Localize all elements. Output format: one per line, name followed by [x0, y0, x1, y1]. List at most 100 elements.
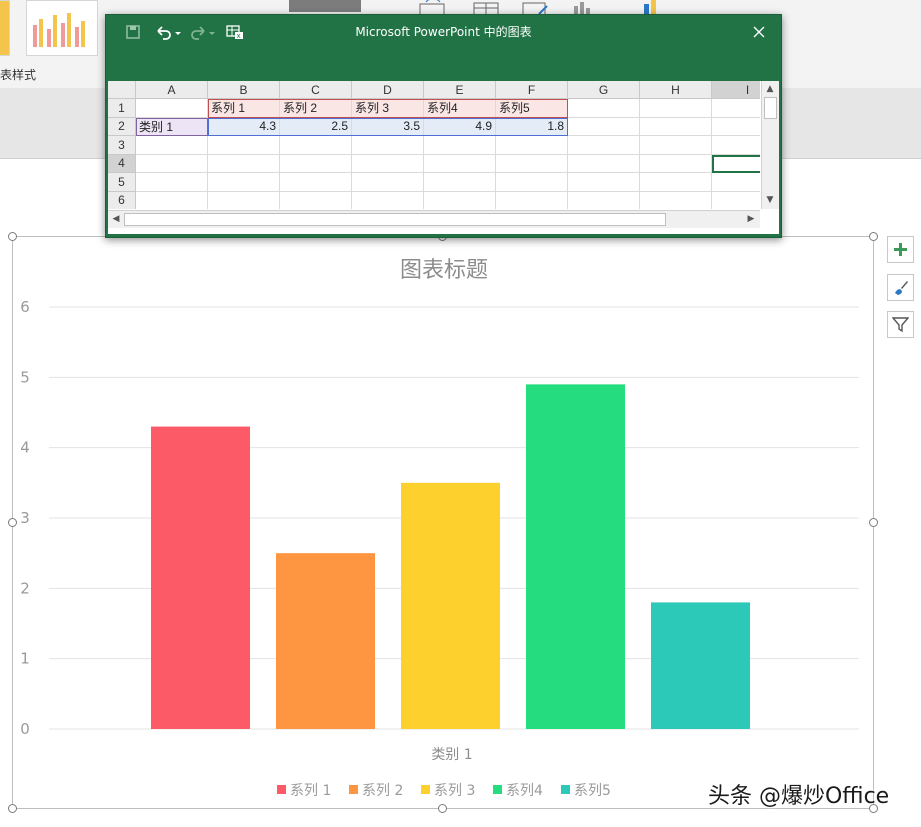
legend-entry[interactable]: 系列 3 — [434, 783, 475, 799]
cell-f1[interactable]: 系列5 — [496, 99, 568, 118]
bar-series-5[interactable] — [651, 602, 750, 729]
chart-style-thumbnail[interactable] — [26, 0, 98, 56]
cell-d6[interactable] — [352, 191, 424, 209]
chart-style-thumbnail[interactable] — [289, 0, 361, 12]
cell-e5[interactable] — [424, 173, 496, 192]
cell-d1[interactable]: 系列 3 — [352, 99, 424, 118]
resize-handle[interactable] — [8, 518, 17, 527]
chart-frame[interactable]: 0 1 2 3 4 5 6 图表标题 类别 1 系列 1 系列 2 系列 3 系列4 系列5 — [12, 236, 874, 809]
cell-c1[interactable]: 系列 2 — [280, 99, 352, 118]
scroll-right-icon[interactable]: ▶ — [744, 212, 758, 226]
cell-e4[interactable] — [424, 154, 496, 173]
cell-a3[interactable] — [136, 136, 208, 155]
scroll-down-icon[interactable]: ▼ — [763, 193, 777, 207]
bar-series-2[interactable] — [276, 553, 375, 729]
cell-e2[interactable]: 4.9 — [424, 117, 496, 136]
cell-g2[interactable] — [568, 117, 640, 136]
cell-h4[interactable] — [640, 154, 712, 173]
cell-c5[interactable] — [280, 173, 352, 192]
cell-b1[interactable]: 系列 1 — [208, 99, 280, 118]
cell-h6[interactable] — [640, 191, 712, 209]
cell-d4[interactable] — [352, 154, 424, 173]
row-header-1[interactable]: 1 — [108, 99, 136, 118]
cell-a5[interactable] — [136, 173, 208, 192]
cell-g6[interactable] — [568, 191, 640, 209]
chart-styles-button[interactable] — [887, 274, 914, 301]
cell-d3[interactable] — [352, 136, 424, 155]
column-header-i[interactable]: I — [712, 81, 760, 99]
cell-b2[interactable]: 4.3 — [208, 117, 280, 136]
chart-filters-button[interactable] — [887, 311, 914, 338]
cell-grid[interactable]: A B C D E F G H I 1 系列 1 系列 2 系列 3 系列4 系列5 2 类别 1 4.3 2.5 3… — [108, 81, 760, 209]
cell-e3[interactable] — [424, 136, 496, 155]
legend-entry[interactable]: 系列5 — [574, 783, 611, 799]
cell-c4[interactable] — [280, 154, 352, 173]
window-titlebar[interactable]: x Microsoft PowerPoint 中的图表 — [106, 15, 781, 81]
cell-i6[interactable] — [712, 192, 760, 210]
cell-a6[interactable] — [136, 191, 208, 209]
resize-handle[interactable] — [869, 518, 878, 527]
bar-series-1[interactable] — [151, 426, 250, 729]
cell-f3[interactable] — [496, 136, 568, 155]
cell-g4[interactable] — [568, 154, 640, 173]
cell-i3[interactable] — [712, 136, 760, 155]
cell-a1[interactable] — [136, 99, 208, 118]
cell-a2[interactable]: 类别 1 — [136, 117, 208, 136]
spreadsheet[interactable]: A B C D E F G H I 1 系列 1 系列 2 系列 3 系列4 系列5 2 类别 1 4.3 2.5 3… — [108, 81, 779, 234]
cell-g1[interactable] — [568, 99, 640, 118]
cell-h1[interactable] — [640, 99, 712, 118]
column-header-d[interactable]: D — [352, 81, 424, 99]
cell-f5[interactable] — [496, 173, 568, 192]
row-header-6[interactable]: 6 — [108, 191, 136, 209]
cell-b4[interactable] — [208, 154, 280, 173]
cell-f6[interactable] — [496, 191, 568, 209]
scroll-up-icon[interactable]: ▲ — [763, 82, 777, 96]
legend-entry[interactable]: 系列 2 — [362, 783, 403, 799]
resize-handle[interactable] — [869, 232, 878, 241]
column-header-c[interactable]: C — [280, 81, 352, 99]
close-button[interactable] — [747, 21, 771, 43]
row-header-4[interactable]: 4 — [108, 154, 136, 173]
cell-f2[interactable]: 1.8 — [496, 117, 568, 136]
cell-i2[interactable] — [712, 118, 760, 136]
chart-style-thumbnail[interactable] — [0, 0, 10, 56]
cell-c3[interactable] — [280, 136, 352, 155]
row-header-5[interactable]: 5 — [108, 173, 136, 192]
cell-a4[interactable] — [136, 154, 208, 173]
cell-d2[interactable]: 3.5 — [352, 117, 424, 136]
bar-series-4[interactable] — [526, 384, 625, 729]
column-header-e[interactable]: E — [424, 81, 496, 99]
row-header-3[interactable]: 3 — [108, 136, 136, 155]
cell-h5[interactable] — [640, 173, 712, 192]
row-header-2[interactable]: 2 — [108, 117, 136, 136]
vertical-scrollbar[interactable]: ▲ ▼ — [761, 81, 779, 209]
chart-style-gallery[interactable] — [0, 0, 100, 58]
column-header-g[interactable]: G — [568, 81, 640, 99]
cell-i4[interactable] — [712, 154, 760, 173]
scroll-thumb[interactable] — [124, 213, 666, 226]
column-header-h[interactable]: H — [640, 81, 712, 99]
cell-h3[interactable] — [640, 136, 712, 155]
bar-series-3[interactable] — [401, 482, 500, 729]
resize-handle[interactable] — [8, 232, 17, 241]
cell-h2[interactable] — [640, 117, 712, 136]
cell-c6[interactable] — [280, 191, 352, 209]
resize-handle[interactable] — [438, 804, 447, 813]
column-header-f[interactable]: F — [496, 81, 568, 99]
cell-g5[interactable] — [568, 173, 640, 192]
cell-b5[interactable] — [208, 173, 280, 192]
select-all-corner[interactable] — [108, 81, 136, 99]
scroll-thumb[interactable] — [764, 97, 777, 119]
resize-handle[interactable] — [8, 804, 17, 813]
chart-title[interactable]: 图表标题 — [400, 258, 488, 283]
horizontal-scrollbar[interactable]: ◀ ▶ — [108, 210, 760, 228]
cell-b3[interactable] — [208, 136, 280, 155]
chart-data-window[interactable]: x Microsoft PowerPoint 中的图表 A B C D E F G H I 1 系列… — [105, 14, 782, 238]
cell-g3[interactable] — [568, 136, 640, 155]
cell-d5[interactable] — [352, 173, 424, 192]
scroll-left-icon[interactable]: ◀ — [109, 212, 123, 226]
cell-c2[interactable]: 2.5 — [280, 117, 352, 136]
cell-i5[interactable] — [712, 173, 760, 192]
column-header-a[interactable]: A — [136, 81, 208, 99]
cell-e6[interactable] — [424, 191, 496, 209]
